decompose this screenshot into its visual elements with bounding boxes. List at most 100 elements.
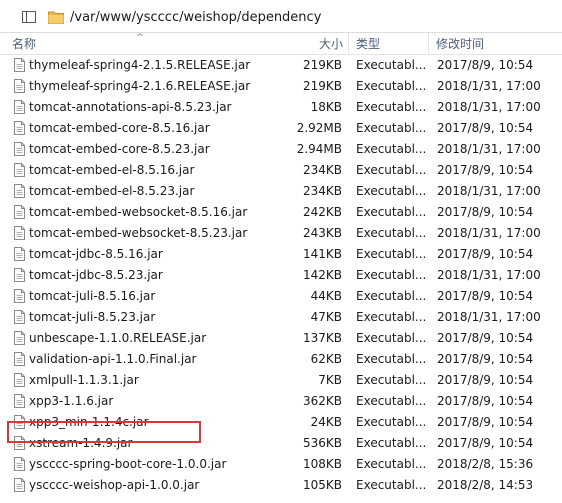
jar-file-icon: [14, 268, 25, 282]
file-name: tomcat-embed-core-8.5.23.jar: [29, 142, 210, 156]
jar-file-icon: [14, 478, 25, 492]
file-row[interactable]: tomcat-embed-websocket-8.5.23.jar 243KB Ex…: [0, 223, 562, 244]
file-type: Executabl...: [356, 58, 427, 72]
column-divider[interactable]: [428, 33, 429, 55]
file-modified: 2018/2/8, 14:53: [437, 478, 534, 492]
file-modified: 2017/8/9, 10:54: [437, 289, 534, 303]
column-type[interactable]: 类型: [356, 33, 380, 55]
file-modified: 2018/1/31, 17:00: [437, 184, 541, 198]
file-modified: 2018/1/31, 17:00: [437, 142, 541, 156]
file-size: 7KB: [318, 373, 342, 387]
column-size[interactable]: 大小: [319, 33, 343, 55]
file-row[interactable]: tomcat-juli-8.5.23.jar 47KB Executabl... 20…: [0, 307, 562, 328]
file-row[interactable]: tomcat-embed-websocket-8.5.16.jar 242KB Ex…: [0, 202, 562, 223]
file-type: Executabl...: [356, 268, 427, 282]
file-row[interactable]: xstream-1.4.9.jar 536KB Executabl... 2017/8…: [0, 433, 562, 454]
jar-file-icon: [14, 331, 25, 345]
file-type: Executabl...: [356, 436, 427, 450]
file-type: Executabl...: [356, 289, 427, 303]
column-name[interactable]: 名称: [12, 33, 36, 55]
file-type: Executabl...: [356, 226, 427, 240]
column-modified[interactable]: 修改时间: [436, 33, 484, 55]
panel-toggle-icon[interactable]: [22, 11, 36, 23]
file-type: Executabl...: [356, 352, 427, 366]
file-size: 44KB: [310, 289, 342, 303]
jar-file-icon: [14, 142, 25, 156]
file-modified: 2017/8/9, 10:54: [437, 394, 534, 408]
file-size: 108KB: [302, 457, 342, 471]
folder-icon: [48, 11, 64, 24]
file-modified: 2017/8/9, 10:54: [437, 352, 534, 366]
file-row[interactable]: xpp3_min-1.1.4c.jar 24KB Executabl... 2017/…: [0, 412, 562, 433]
file-size: 2.92MB: [296, 121, 342, 135]
file-size: 234KB: [302, 184, 342, 198]
file-size: 536KB: [302, 436, 342, 450]
file-size: 24KB: [310, 415, 342, 429]
file-row[interactable]: tomcat-embed-el-8.5.23.jar 234KB Executabl…: [0, 181, 562, 202]
file-size: 234KB: [302, 163, 342, 177]
file-row[interactable]: xmlpull-1.1.3.1.jar 7KB Executabl... 2017/8…: [0, 370, 562, 391]
file-type: Executabl...: [356, 457, 427, 471]
file-row[interactable]: tomcat-embed-core-8.5.16.jar 2.92MB Execut…: [0, 118, 562, 139]
file-modified: 2017/8/9, 10:54: [437, 247, 534, 261]
jar-file-icon: [14, 184, 25, 198]
jar-file-icon: [14, 100, 25, 114]
jar-file-icon: [14, 436, 25, 450]
column-divider[interactable]: [348, 33, 349, 55]
file-name: xpp3_min-1.1.4c.jar: [29, 415, 149, 429]
file-type: Executabl...: [356, 310, 427, 324]
file-row[interactable]: tomcat-jdbc-8.5.23.jar 142KB Executabl... 2…: [0, 265, 562, 286]
file-row[interactable]: yscccc-weishop-api-1.0.0.jar 105KB Executa…: [0, 475, 562, 496]
jar-file-icon: [14, 79, 25, 93]
file-type: Executabl...: [356, 478, 427, 492]
column-header: ^ 名称 大小 类型 修改时间: [0, 33, 562, 55]
file-name: xpp3-1.1.6.jar: [29, 394, 114, 408]
file-name: tomcat-juli-8.5.23.jar: [29, 310, 156, 324]
file-type: Executabl...: [356, 100, 427, 114]
file-type: Executabl...: [356, 79, 427, 93]
file-name: tomcat-embed-websocket-8.5.23.jar: [29, 226, 248, 240]
file-size: 242KB: [302, 205, 342, 219]
file-row[interactable]: tomcat-juli-8.5.16.jar 44KB Executabl... 20…: [0, 286, 562, 307]
file-row[interactable]: tomcat-embed-core-8.5.23.jar 2.94MB Execut…: [0, 139, 562, 160]
jar-file-icon: [14, 457, 25, 471]
file-size: 362KB: [302, 394, 342, 408]
file-row[interactable]: unbescape-1.1.0.RELEASE.jar 137KB Executab…: [0, 328, 562, 349]
file-name: tomcat-annotations-api-8.5.23.jar: [29, 100, 232, 114]
jar-file-icon: [14, 310, 25, 324]
file-modified: 2017/8/9, 10:54: [437, 373, 534, 387]
file-modified: 2018/1/31, 17:00: [437, 100, 541, 114]
file-size: 142KB: [302, 268, 342, 282]
sort-ascending-icon: ^: [136, 33, 144, 43]
file-row[interactable]: yscccc-spring-boot-core-1.0.0.jar 108KB Ex…: [0, 454, 562, 475]
file-modified: 2017/8/9, 10:54: [437, 163, 534, 177]
file-name: tomcat-embed-el-8.5.16.jar: [29, 163, 195, 177]
file-name: tomcat-embed-core-8.5.16.jar: [29, 121, 210, 135]
file-row[interactable]: thymeleaf-spring4-2.1.5.RELEASE.jar 219KB…: [0, 55, 562, 76]
file-type: Executabl...: [356, 121, 427, 135]
file-name: tomcat-embed-el-8.5.23.jar: [29, 184, 195, 198]
file-size: 47KB: [310, 310, 342, 324]
file-row[interactable]: tomcat-jdbc-8.5.16.jar 141KB Executabl... 2…: [0, 244, 562, 265]
file-row[interactable]: tomcat-annotations-api-8.5.23.jar 18KB Exe…: [0, 97, 562, 118]
file-size: 18KB: [310, 100, 342, 114]
file-name: unbescape-1.1.0.RELEASE.jar: [29, 331, 207, 345]
file-size: 141KB: [302, 247, 342, 261]
jar-file-icon: [14, 352, 25, 366]
file-size: 2.94MB: [296, 142, 342, 156]
file-size: 105KB: [302, 478, 342, 492]
file-row[interactable]: validation-api-1.1.0.Final.jar 62KB Execut…: [0, 349, 562, 370]
file-modified: 2017/8/9, 10:54: [437, 436, 534, 450]
file-name: thymeleaf-spring4-2.1.6.RELEASE.jar: [29, 79, 251, 93]
file-type: Executabl...: [356, 331, 427, 345]
file-name: validation-api-1.1.0.Final.jar: [29, 352, 197, 366]
file-row[interactable]: thymeleaf-spring4-2.1.6.RELEASE.jar 219KB…: [0, 76, 562, 97]
file-name: xstream-1.4.9.jar: [29, 436, 133, 450]
file-modified: 2018/1/31, 17:00: [437, 226, 541, 240]
file-row[interactable]: xpp3-1.1.6.jar 362KB Executabl... 2017/8/9,…: [0, 391, 562, 412]
file-type: Executabl...: [356, 415, 427, 429]
file-row[interactable]: tomcat-embed-el-8.5.16.jar 234KB Executabl…: [0, 160, 562, 181]
file-modified: 2017/8/9, 10:54: [437, 121, 534, 135]
file-name: tomcat-jdbc-8.5.16.jar: [29, 247, 163, 261]
file-name: yscccc-weishop-api-1.0.0.jar: [29, 478, 200, 492]
